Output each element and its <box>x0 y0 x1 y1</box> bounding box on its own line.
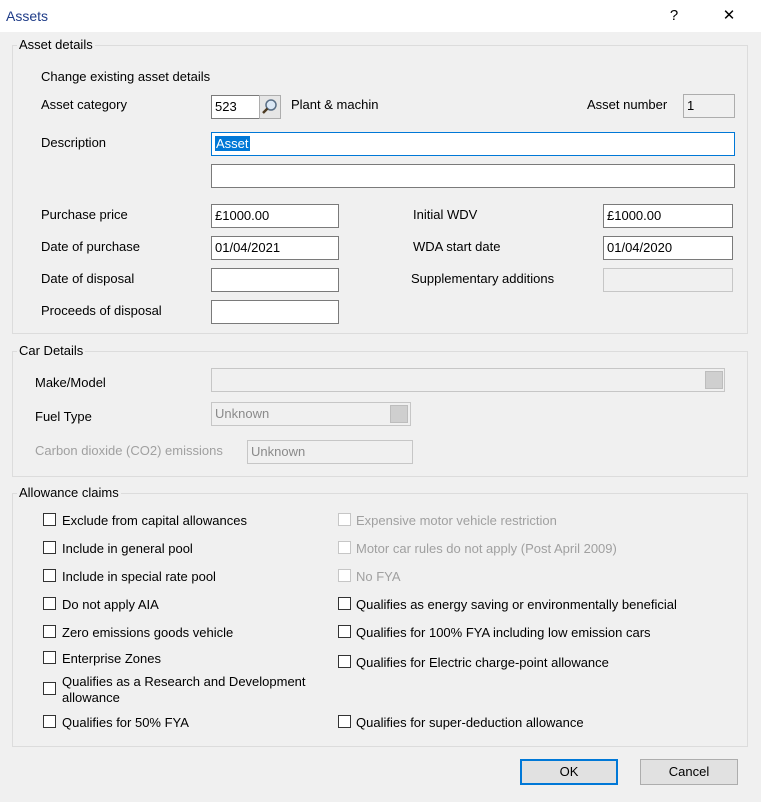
research-development-checkbox[interactable] <box>43 682 56 695</box>
research-development-label-line2[interactable]: allowance <box>62 690 120 705</box>
supplementary-additions-label: Supplementary additions <box>411 271 555 286</box>
purchase-price-label: Purchase price <box>41 207 128 222</box>
expensive-motor-vehicle-checkbox <box>338 513 351 526</box>
proceeds-of-disposal-input[interactable] <box>211 300 339 324</box>
special-rate-pool-label[interactable]: Include in special rate pool <box>62 569 216 584</box>
no-aia-label[interactable]: Do not apply AIA <box>62 597 159 612</box>
checkbox-box <box>338 513 351 526</box>
electric-charge-point-checkbox[interactable] <box>338 655 351 668</box>
fya-100-label[interactable]: Qualifies for 100% FYA including low emi… <box>356 625 651 640</box>
checkbox-box[interactable] <box>43 597 56 610</box>
allowance-claims-group <box>12 493 748 747</box>
description-label: Description <box>41 135 107 150</box>
motor-car-rules-label: Motor car rules do not apply (Post April… <box>356 541 617 556</box>
electric-charge-point-label[interactable]: Qualifies for Electric charge-point allo… <box>356 655 609 670</box>
co2-field: Unknown <box>247 440 413 464</box>
zero-emissions-goods-vehicle-checkbox[interactable] <box>43 625 56 638</box>
checkbox-box[interactable] <box>43 715 56 728</box>
wda-start-date-label: WDA start date <box>413 239 501 254</box>
initial-wdv-input[interactable]: £1000.00 <box>603 204 733 228</box>
close-icon: ✕ <box>722 7 736 24</box>
checkbox-box[interactable] <box>43 569 56 582</box>
category-lookup-button[interactable] <box>259 95 281 119</box>
expensive-motor-vehicle-label: Expensive motor vehicle restriction <box>356 513 557 528</box>
special-rate-pool-checkbox[interactable] <box>43 569 56 582</box>
magnifier-icon <box>262 99 277 114</box>
enterprise-zones-checkbox[interactable] <box>43 651 56 664</box>
checkbox-box[interactable] <box>338 655 351 668</box>
fya-100-checkbox[interactable] <box>338 625 351 638</box>
energy-saving-checkbox[interactable] <box>338 597 351 610</box>
title-bar <box>0 0 761 32</box>
description-input-2[interactable] <box>211 164 735 188</box>
general-pool-checkbox[interactable] <box>43 541 56 554</box>
checkbox-box[interactable] <box>338 715 351 728</box>
asset-category-label: Asset category <box>41 97 127 112</box>
make-model-dropdown-button <box>705 371 723 389</box>
wda-start-date-input[interactable]: 01/04/2020 <box>603 236 733 260</box>
make-model-label: Make/Model <box>35 375 106 390</box>
checkbox-box <box>338 569 351 582</box>
fya-50-checkbox[interactable] <box>43 715 56 728</box>
fuel-type-dropdown-button <box>390 405 408 423</box>
asset-number-label: Asset number <box>587 97 668 112</box>
no-aia-checkbox[interactable] <box>43 597 56 610</box>
allowance-claims-legend: Allowance claims <box>17 485 121 500</box>
date-of-disposal-label: Date of disposal <box>41 271 135 286</box>
date-of-purchase-input[interactable]: 01/04/2021 <box>211 236 339 260</box>
purchase-price-input[interactable]: £1000.00 <box>211 204 339 228</box>
checkbox-box[interactable] <box>338 597 351 610</box>
fuel-type-dropdown: Unknown <box>211 402 411 426</box>
supplementary-additions-input <box>603 268 733 292</box>
date-of-purchase-label: Date of purchase <box>41 239 141 254</box>
checkbox-box[interactable] <box>43 651 56 664</box>
research-development-label[interactable]: Qualifies as a Research and Development <box>62 674 306 689</box>
ok-button[interactable]: OK <box>520 759 618 785</box>
motor-car-rules-checkbox <box>338 541 351 554</box>
car-details-legend: Car Details <box>17 343 86 358</box>
co2-label: Carbon dioxide (CO2) emissions <box>35 443 223 458</box>
asset-category-field[interactable]: 523 <box>211 95 261 119</box>
date-of-disposal-input[interactable] <box>211 268 339 292</box>
close-button[interactable]: ✕ <box>706 0 752 32</box>
description-input[interactable]: Asset <box>211 132 735 156</box>
make-model-dropdown <box>211 368 725 392</box>
enterprise-zones-label[interactable]: Enterprise Zones <box>62 651 161 666</box>
initial-wdv-label: Initial WDV <box>413 207 478 222</box>
exclude-capital-allowances-label[interactable]: Exclude from capital allowances <box>62 513 247 528</box>
checkbox-box[interactable] <box>43 513 56 526</box>
asset-category-name: Plant & machin <box>291 97 379 112</box>
asset-details-subtitle: Change existing asset details <box>41 69 211 84</box>
super-deduction-checkbox[interactable] <box>338 715 351 728</box>
window-title: Assets <box>6 8 49 24</box>
no-fya-checkbox <box>338 569 351 582</box>
proceeds-of-disposal-label: Proceeds of disposal <box>41 303 162 318</box>
checkbox-box[interactable] <box>43 625 56 638</box>
description-value: Asset <box>215 136 250 151</box>
checkbox-box[interactable] <box>338 625 351 638</box>
cancel-button[interactable]: Cancel <box>640 759 738 785</box>
asset-details-legend: Asset details <box>17 37 95 52</box>
general-pool-label[interactable]: Include in general pool <box>62 541 193 556</box>
no-fya-label: No FYA <box>356 569 401 584</box>
fya-50-label[interactable]: Qualifies for 50% FYA <box>62 715 189 730</box>
help-button[interactable]: ? <box>651 0 697 32</box>
super-deduction-label[interactable]: Qualifies for super-deduction allowance <box>356 715 584 730</box>
fuel-type-label: Fuel Type <box>35 409 92 424</box>
asset-number-field: 1 <box>683 94 735 118</box>
exclude-capital-allowances-checkbox[interactable] <box>43 513 56 526</box>
energy-saving-label[interactable]: Qualifies as energy saving or environmen… <box>356 597 677 612</box>
checkbox-box <box>338 541 351 554</box>
zero-emissions-goods-vehicle-label[interactable]: Zero emissions goods vehicle <box>62 625 233 640</box>
checkbox-box[interactable] <box>43 541 56 554</box>
checkbox-box[interactable] <box>43 682 56 695</box>
